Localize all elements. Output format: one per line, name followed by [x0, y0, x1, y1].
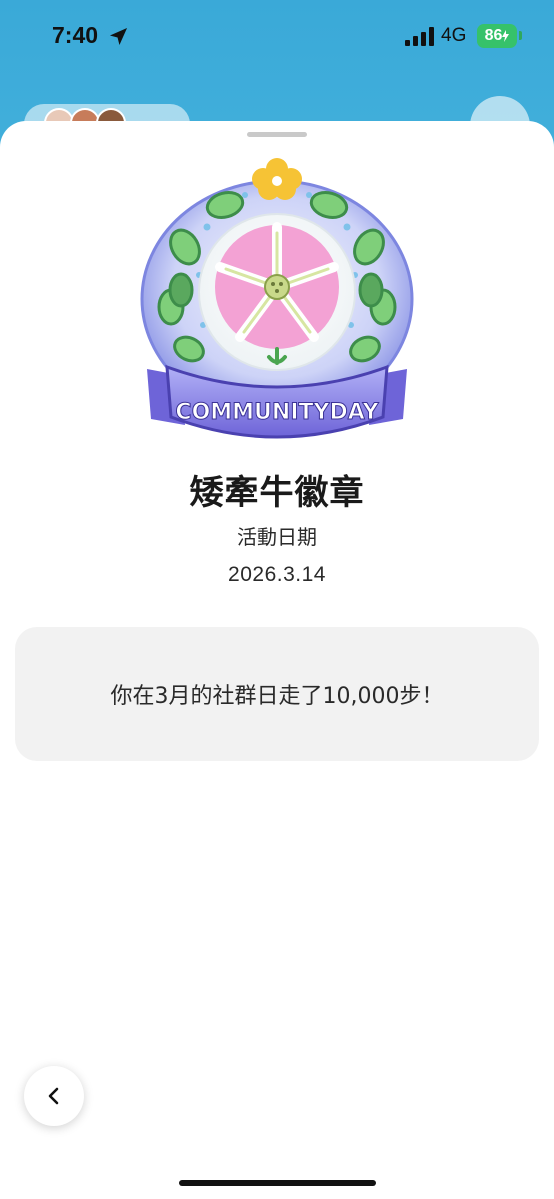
badge-title: 矮牽牛徽章 — [189, 473, 365, 513]
badge-detail-sheet: COMMUNITYDAY 矮牽牛徽章 活動日期 2026.3.14 你在3月的社… — [0, 121, 554, 1199]
sheet-grabber[interactable] — [247, 132, 307, 137]
location-arrow-icon — [109, 27, 128, 46]
back-button[interactable] — [24, 1066, 84, 1126]
event-date-value: 2026.3.14 — [228, 563, 326, 586]
signal-bars-icon — [405, 27, 434, 46]
status-time: 7:40 — [52, 22, 99, 48]
chevron-left-icon — [48, 1087, 59, 1105]
event-date-label: 活動日期 — [237, 525, 317, 549]
achievement-message-card: 你在3月的社群日走了10,000步！ — [15, 627, 539, 761]
network-type: 4G — [441, 25, 467, 46]
battery-cap — [519, 31, 522, 40]
petunia-badge-image: COMMUNITYDAY — [140, 158, 414, 439]
home-indicator — [179, 1180, 376, 1186]
battery-indicator: 86 — [477, 24, 517, 48]
battery-level: 86 — [484, 27, 503, 44]
achievement-message: 你在3月的社群日走了10,000步！ — [110, 684, 444, 709]
charging-bolt-icon — [502, 30, 510, 42]
status-bar: 7:40 4G 86 — [0, 0, 554, 76]
svg-text:COMMUNITYDAY: COMMUNITYDAY — [175, 400, 379, 425]
